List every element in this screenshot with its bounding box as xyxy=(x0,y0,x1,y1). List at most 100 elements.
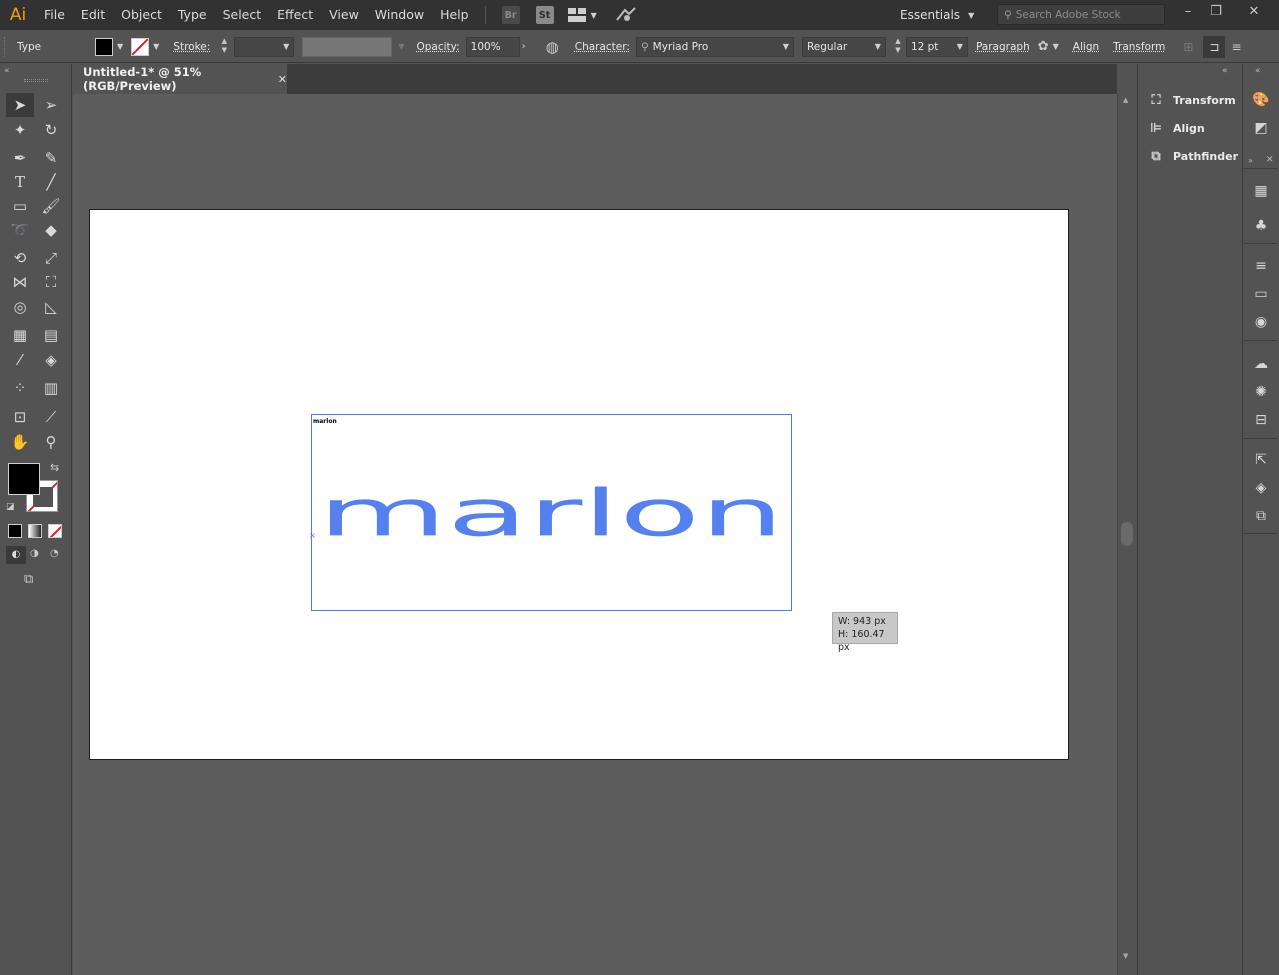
align-panel-tab[interactable]: ⊫ Align xyxy=(1147,116,1205,140)
vertical-scrollbar[interactable]: ▲ ▼ xyxy=(1117,94,1136,975)
column-graph-tool-icon[interactable]: ▥ xyxy=(37,376,65,400)
layers-panel-icon[interactable]: ◈ xyxy=(1250,477,1272,499)
minimize-icon[interactable]: – xyxy=(1174,0,1202,22)
paintbrush-tool-icon[interactable]: 🖌 xyxy=(37,194,65,218)
transform-link[interactable]: Transform xyxy=(1113,41,1165,53)
menu-file[interactable]: File xyxy=(36,0,73,30)
menu-select[interactable]: Select xyxy=(215,0,270,30)
collapse-strip-icon[interactable]: « xyxy=(1255,66,1261,76)
rectangle-tool-icon[interactable]: ▭ xyxy=(6,194,34,218)
font-size-stepper[interactable]: ▲ ▼ xyxy=(892,37,904,57)
opentype-dropdown-icon[interactable]: ▼ xyxy=(1053,42,1059,51)
stock-icon[interactable]: St xyxy=(535,6,554,24)
shaper-tool-icon[interactable]: ➰ xyxy=(6,218,34,242)
eraser-tool-icon[interactable]: ◆ xyxy=(37,218,65,242)
shape-builder-tool-icon[interactable]: ◎ xyxy=(6,295,34,319)
color-mode-icon[interactable] xyxy=(8,524,22,538)
paragraph-link[interactable]: Paragraph xyxy=(976,41,1030,53)
stroke-weight-dropdown[interactable]: ▼ xyxy=(234,36,295,57)
arrange-documents-icon[interactable]: ▼ xyxy=(567,8,597,22)
character-label[interactable]: Character: xyxy=(575,41,630,53)
appearance-panel-icon[interactable]: ✺ xyxy=(1250,381,1272,403)
magic-wand-tool-icon[interactable]: ✦ xyxy=(6,118,34,142)
artboard-tool-icon[interactable]: ⊡ xyxy=(6,405,34,429)
workspace-switcher[interactable]: Essentials ▼ xyxy=(900,0,974,30)
menu-view[interactable]: View xyxy=(321,0,367,30)
draw-normal-icon[interactable]: ◐ xyxy=(6,546,26,564)
artboards-panel-icon[interactable]: ⧉ xyxy=(1250,505,1272,527)
close-group-icon[interactable]: ✕ xyxy=(1266,155,1274,165)
expand-panels-icon[interactable]: « xyxy=(1222,66,1228,76)
graphic-styles-icon[interactable]: ⊟ xyxy=(1250,409,1272,431)
stroke-dropdown-icon[interactable]: ▼ xyxy=(153,42,159,51)
screen-mode-icon[interactable]: ⧉ xyxy=(24,572,33,587)
width-tool-icon[interactable]: ⋈ xyxy=(6,270,34,294)
recolor-artwork-icon[interactable]: ◍ xyxy=(546,38,559,56)
gradient-tool-icon[interactable]: ▤ xyxy=(37,323,65,347)
menu-effect[interactable]: Effect xyxy=(269,0,321,30)
symbols-panel-icon[interactable]: ♣ xyxy=(1250,215,1272,237)
fill-dropdown-icon[interactable]: ▼ xyxy=(117,42,123,51)
close-tab-icon[interactable]: ✕ xyxy=(278,73,287,86)
gradient-panel-icon[interactable]: ▭ xyxy=(1250,283,1272,305)
scroll-down-icon[interactable]: ▼ xyxy=(1123,952,1128,960)
font-size-dropdown[interactable]: 12 pt ▼ xyxy=(905,36,968,57)
slice-tool-icon[interactable]: ⟋ xyxy=(37,405,65,429)
mesh-tool-icon[interactable]: ▦ xyxy=(6,323,34,347)
shape-mode-icon[interactable]: ⊞ xyxy=(1183,40,1193,54)
swatches-panel-icon[interactable]: ▦ xyxy=(1250,180,1272,202)
draw-behind-icon[interactable]: ◑ xyxy=(30,548,39,559)
opacity-label[interactable]: Opacity: xyxy=(416,41,459,53)
zoom-tool-icon[interactable]: ⚲ xyxy=(37,430,65,454)
stroke-label[interactable]: Stroke: xyxy=(173,41,210,53)
menu-edit[interactable]: Edit xyxy=(73,0,113,30)
anchor-point-icon[interactable]: × xyxy=(309,531,316,540)
bridge-icon[interactable]: Br xyxy=(501,6,520,24)
font-family-dropdown[interactable]: ⚲ Myriad Pro ▼ xyxy=(635,36,794,57)
scroll-thumb[interactable] xyxy=(1121,522,1133,546)
color-panel-icon[interactable]: 🎨 xyxy=(1250,89,1272,111)
default-fill-stroke-icon[interactable]: ◪ xyxy=(6,502,15,512)
direct-selection-tool-icon[interactable]: ➢ xyxy=(37,93,65,117)
line-segment-tool-icon[interactable]: ╱ xyxy=(37,170,65,194)
panel-options-icon[interactable]: ≡ xyxy=(1231,40,1241,54)
blend-tool-icon[interactable]: ◈ xyxy=(37,348,65,372)
curvature-tool-icon[interactable]: ✎ xyxy=(37,146,65,170)
draw-inside-icon[interactable]: ◔ xyxy=(50,548,59,559)
pen-tool-icon[interactable]: ✒ xyxy=(6,146,34,170)
none-mode-icon[interactable] xyxy=(48,524,62,538)
symbol-sprayer-tool-icon[interactable]: ⁘ xyxy=(6,376,34,400)
swap-fill-stroke-icon[interactable]: ⇆ xyxy=(50,461,59,474)
gpu-performance-icon[interactable] xyxy=(615,6,637,25)
free-transform-tool-icon[interactable]: ⛶ xyxy=(37,270,65,294)
document-tab[interactable]: Untitled-1* @ 51% (RGB/Preview) ✕ xyxy=(73,64,287,94)
point-text-small[interactable]: marlon xyxy=(313,418,337,425)
scroll-up-icon[interactable]: ▲ xyxy=(1123,96,1128,104)
close-icon[interactable]: ✕ xyxy=(1240,0,1268,22)
transparency-panel-icon[interactable]: ◉ xyxy=(1250,311,1272,333)
scale-tool-icon[interactable]: ⤢ xyxy=(37,246,65,270)
creative-cloud-libraries-icon[interactable]: ☁ xyxy=(1250,353,1272,375)
expand-group-icon[interactable]: » xyxy=(1248,156,1253,165)
color-guide-icon[interactable]: ◩ xyxy=(1250,117,1272,139)
opacity-input[interactable]: 100% xyxy=(465,36,520,57)
menu-object[interactable]: Object xyxy=(113,0,170,30)
variable-width-dropdown[interactable] xyxy=(302,36,393,57)
opacity-chevron-icon[interactable]: › xyxy=(522,41,526,52)
collapse-tools-icon[interactable]: « xyxy=(4,66,10,76)
lasso-tool-icon[interactable]: ↻ xyxy=(37,118,65,142)
menu-help[interactable]: Help xyxy=(432,0,477,30)
fill-swatch[interactable] xyxy=(95,37,113,56)
restore-icon[interactable]: ❐ xyxy=(1202,0,1230,22)
menu-window[interactable]: Window xyxy=(367,0,432,30)
perspective-grid-tool-icon[interactable]: ◺ xyxy=(37,295,65,319)
stroke-swatch[interactable] xyxy=(131,37,150,56)
large-text-glyphs[interactable]: marlon xyxy=(318,475,784,544)
panel-menu-button[interactable]: ⊐ xyxy=(1203,35,1226,58)
export-assets-icon[interactable]: ⇱ xyxy=(1250,449,1272,471)
transform-panel-tab[interactable]: ⛶ Transform xyxy=(1147,88,1235,112)
rotate-tool-icon[interactable]: ⟲ xyxy=(6,246,34,270)
hand-tool-icon[interactable]: ✋ xyxy=(6,430,34,454)
gradient-mode-icon[interactable] xyxy=(28,524,42,538)
search-stock-input[interactable]: ⚲ Search Adobe Stock xyxy=(997,4,1165,25)
